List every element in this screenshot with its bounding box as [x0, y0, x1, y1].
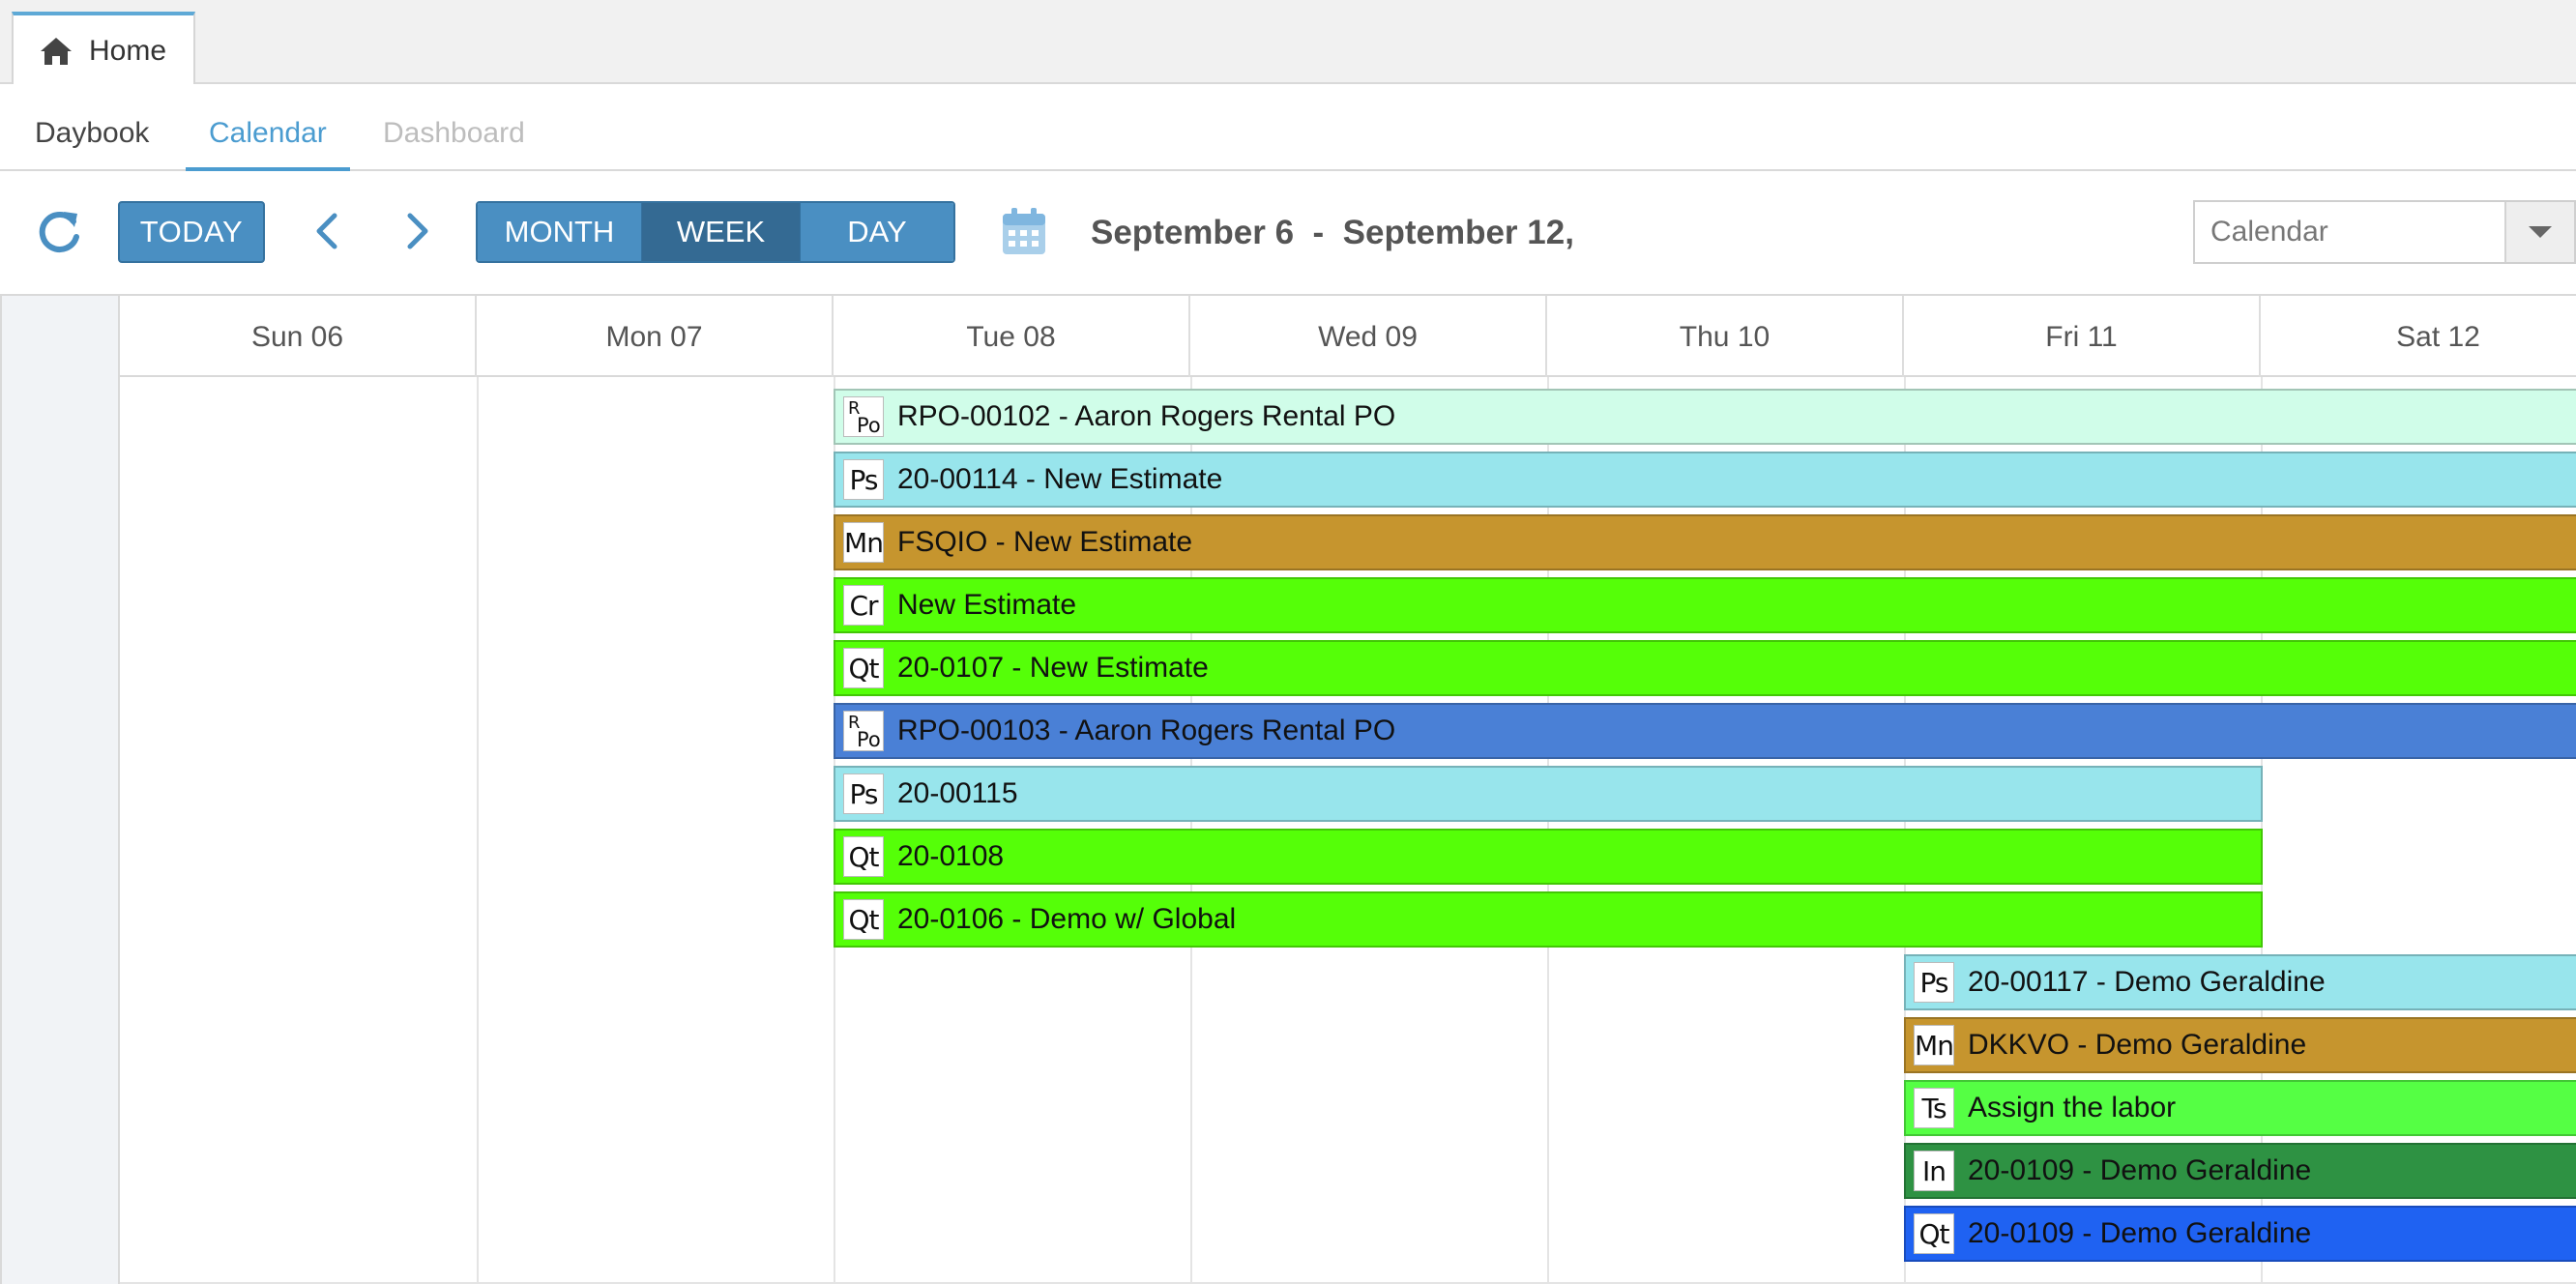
- event-type-icon: In: [1914, 1151, 1954, 1191]
- day-header-row: Sun 06 Mon 07 Tue 08 Wed 09 Thu 10 Fri 11 Sat …: [120, 296, 2576, 377]
- tab-strip: Home: [0, 0, 2576, 86]
- calendar-event[interactable]: Qt 20-0108: [834, 829, 2263, 885]
- event-title: 20-0106 - Demo w/ Global: [897, 903, 1237, 935]
- time-gutter: [2, 296, 120, 1284]
- event-type-icon: R Po: [843, 396, 884, 437]
- day-header: Fri 11: [1904, 296, 2261, 377]
- event-title: 20-00115: [897, 777, 1018, 809]
- event-title: RPO-00102 - Aaron Rogers Rental PO: [897, 400, 1396, 432]
- event-title: New Estimate: [897, 589, 1077, 621]
- calendar-event[interactable]: R Po RPO-00103 - Aaron Rogers Rental PO: [834, 703, 2576, 759]
- month-view-button[interactable]: MONTH: [478, 203, 642, 261]
- calendar-toolbar: TODAY MONTH WEEK DAY September 6 - Septe…: [0, 171, 2576, 294]
- caret-down-icon: [2529, 226, 2552, 238]
- calendar-event[interactable]: Ps 20-00117 - Demo Geraldine: [1904, 954, 2576, 1010]
- event-type-icon: Qt: [1914, 1213, 1954, 1254]
- event-title: 20-00117 - Demo Geraldine: [1968, 966, 2326, 998]
- event-type-icon: Ts: [1914, 1088, 1954, 1128]
- calendar-grid: Sun 06 Mon 07 Tue 08 Wed 09 Thu 10 Fri 11 Sat …: [0, 294, 2576, 1284]
- event-type-icon: Qt: [843, 836, 884, 877]
- event-type-icon: Ps: [843, 459, 884, 500]
- nav-dashboard[interactable]: Dashboard: [360, 84, 548, 171]
- event-type-icon: Ps: [843, 773, 884, 814]
- calendar-event[interactable]: In 20-0109 - Demo Geraldine: [1904, 1143, 2576, 1199]
- event-title: 20-0108: [897, 840, 1005, 872]
- calendar-event[interactable]: Cr New Estimate: [834, 577, 2576, 633]
- calendar-select-value: Calendar: [2210, 216, 2328, 248]
- date-range-title: September 6 - September 12,: [1091, 213, 1574, 251]
- event-type-icon: Ps: [1914, 962, 1954, 1003]
- nav-calendar[interactable]: Calendar: [186, 84, 350, 173]
- tab-home-label: Home: [89, 34, 167, 67]
- event-type-icon: Qt: [843, 899, 884, 940]
- event-title: 20-0107 - New Estimate: [897, 652, 1209, 684]
- event-title: Assign the labor: [1968, 1092, 2177, 1124]
- day-header: Sun 06: [120, 296, 477, 377]
- event-type-icon: Cr: [843, 585, 884, 626]
- chevron-left-icon[interactable]: [307, 210, 346, 252]
- event-title: DKKVO - Demo Geraldine: [1968, 1029, 2307, 1061]
- refresh-icon[interactable]: [35, 208, 83, 256]
- calendar-event[interactable]: R Po RPO-00102 - Aaron Rogers Rental PO: [834, 389, 2576, 445]
- event-title: RPO-00103 - Aaron Rogers Rental PO: [897, 715, 1396, 746]
- day-column-divider: [477, 377, 479, 1284]
- calendar-event[interactable]: Qt 20-0107 - New Estimate: [834, 640, 2576, 696]
- calendar-event[interactable]: Qt 20-0106 - Demo w/ Global: [834, 891, 2263, 948]
- day-view-button[interactable]: DAY: [801, 203, 953, 261]
- nav-daybook[interactable]: Daybook: [12, 84, 172, 171]
- event-title: 20-0109 - Demo Geraldine: [1968, 1154, 2312, 1186]
- event-title: 20-0109 - Demo Geraldine: [1968, 1217, 2312, 1249]
- day-header: Sat 12: [2261, 296, 2576, 377]
- view-switcher: MONTH WEEK DAY: [476, 201, 955, 263]
- calendar-select[interactable]: Calendar: [2193, 200, 2576, 264]
- calendar-event[interactable]: Ps 20-00114 - New Estimate: [834, 452, 2576, 508]
- day-header: Tue 08: [834, 296, 1190, 377]
- event-type-icon: Mn: [843, 522, 884, 563]
- calendar-event[interactable]: Mn FSQIO - New Estimate: [834, 514, 2576, 570]
- calendar-event[interactable]: Qt 20-0109 - Demo Geraldine: [1904, 1206, 2576, 1262]
- calendar-event[interactable]: Mn DKKVO - Demo Geraldine: [1904, 1017, 2576, 1073]
- event-type-icon: R Po: [843, 711, 884, 751]
- home-icon: [41, 37, 72, 65]
- day-header: Wed 09: [1190, 296, 1547, 377]
- event-title: 20-00114 - New Estimate: [897, 463, 1223, 495]
- day-header: Thu 10: [1547, 296, 1904, 377]
- calendar-icon[interactable]: [1000, 206, 1048, 256]
- calendar-event[interactable]: Ts Assign the labor: [1904, 1080, 2576, 1136]
- tab-home[interactable]: Home: [12, 12, 195, 86]
- week-view-button[interactable]: WEEK: [642, 203, 801, 261]
- event-type-icon: Mn: [1914, 1025, 1954, 1065]
- day-header: Mon 07: [477, 296, 834, 377]
- dropdown-arrow[interactable]: [2504, 202, 2574, 262]
- calendar-event[interactable]: Ps 20-00115: [834, 766, 2263, 822]
- chevron-right-icon[interactable]: [398, 210, 437, 252]
- event-title: FSQIO - New Estimate: [897, 526, 1193, 558]
- event-type-icon: Qt: [843, 648, 884, 688]
- sub-navigation: Daybook Calendar Dashboard: [0, 84, 2576, 173]
- today-button[interactable]: TODAY: [118, 201, 265, 263]
